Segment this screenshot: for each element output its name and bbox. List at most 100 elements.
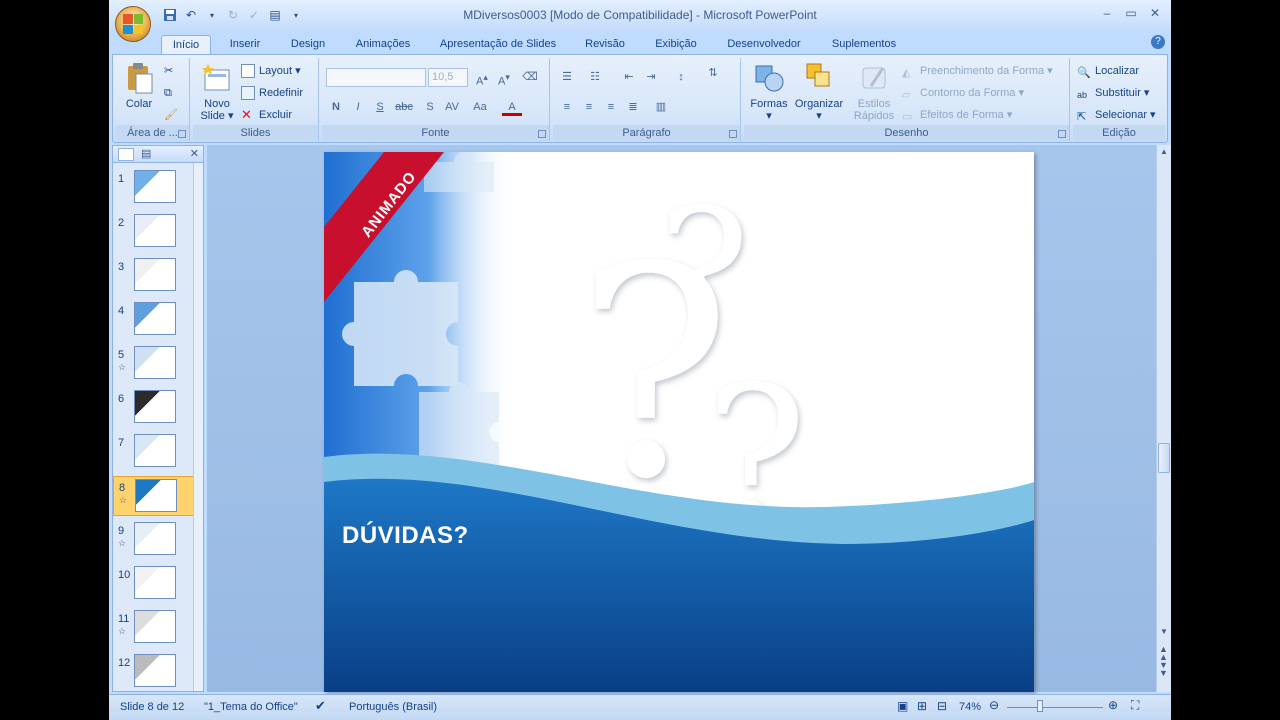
undo-dropdown-icon[interactable]: ▾ <box>203 6 221 24</box>
language-indicator[interactable]: Português (Brasil) <box>349 701 437 713</box>
change-case-icon[interactable]: Aa <box>470 98 490 116</box>
zoom-level[interactable]: 74% <box>959 701 981 713</box>
shapes-button[interactable]: Formas ▾ <box>748 62 790 122</box>
copy-icon[interactable]: ⧉ <box>164 84 172 102</box>
find-button[interactable]: 🔍 Localizar <box>1077 62 1139 80</box>
bold-button[interactable]: N <box>326 98 346 116</box>
slide-thumbnail[interactable]: 12 <box>113 652 197 692</box>
tab-design[interactable]: Design <box>281 35 335 54</box>
tab-animacoes[interactable]: Animações <box>347 35 419 54</box>
tab-inicio[interactable]: Início <box>161 35 211 54</box>
tab-revisao[interactable]: Revisão <box>577 35 633 54</box>
char-spacing-icon[interactable]: AV <box>442 98 462 116</box>
fit-to-window-icon[interactable]: ⛶ <box>1131 698 1139 713</box>
paragraph-launcher-icon[interactable] <box>729 130 737 138</box>
clear-format-icon[interactable]: ⌫ <box>520 68 540 86</box>
tab-apresentacao[interactable]: Apresentação de Slides <box>431 35 565 54</box>
font-launcher-icon[interactable] <box>538 130 546 138</box>
layout-button[interactable]: Layout ▾ <box>241 62 301 80</box>
normal-view-icon[interactable]: ▣ <box>897 699 908 713</box>
cut-icon[interactable]: ✂ <box>164 62 173 80</box>
pane-scrollbar[interactable] <box>193 163 203 691</box>
slide-thumbnail[interactable]: 7 <box>113 432 197 472</box>
delete-slide-button[interactable]: ✕ Excluir <box>241 106 292 124</box>
slide-thumbnail[interactable]: 2 <box>113 212 197 252</box>
select-button[interactable]: ⇱ Selecionar ▾ <box>1077 106 1156 124</box>
format-painter-icon[interactable]: 🖌 <box>164 106 178 124</box>
help-icon[interactable]: ? <box>1151 35 1165 49</box>
arrange-button[interactable]: Organizar ▾ <box>792 62 846 122</box>
drawing-launcher-icon[interactable] <box>1058 130 1066 138</box>
previous-slide-icon[interactable]: ▲ ▲ <box>1159 645 1168 662</box>
tab-desenvolvedor[interactable]: Desenvolvedor <box>719 35 809 54</box>
outline-tab-icon[interactable]: ▤ <box>141 148 165 161</box>
justify-icon[interactable]: ≣ <box>623 98 643 116</box>
grow-font-icon[interactable]: A▴ <box>472 68 492 88</box>
shrink-font-icon[interactable]: A▾ <box>494 68 514 88</box>
align-right-icon[interactable]: ≡ <box>601 98 621 116</box>
strikethrough-button[interactable]: abc <box>394 98 414 116</box>
minimize-button[interactable]: – <box>1097 6 1117 24</box>
scroll-down-icon[interactable]: ▼ <box>1160 627 1168 636</box>
slide-thumbnail[interactable]: 5 ☆ <box>113 344 197 384</box>
tab-inserir[interactable]: Inserir <box>221 35 269 54</box>
zoom-out-icon[interactable]: ⊖ <box>989 698 999 712</box>
line-spacing-icon[interactable]: ↕ <box>671 68 691 86</box>
bullets-icon[interactable]: ☰ <box>557 68 577 86</box>
shape-outline-button[interactable]: ▱ Contorno da Forma ▾ <box>902 84 1024 102</box>
zoom-slider-thumb[interactable] <box>1037 700 1043 712</box>
slide-thumbnail[interactable]: 4 <box>113 300 197 340</box>
shape-effects-button[interactable]: ▭ Efeitos de Forma ▾ <box>902 106 1012 124</box>
slide-thumbnail[interactable]: 11 ☆ <box>113 608 197 648</box>
slide-sorter-icon[interactable]: ⊞ <box>917 699 927 713</box>
slide-thumbnail[interactable]: 9 ☆ <box>113 520 197 560</box>
text-direction-icon[interactable]: ⇅ <box>703 64 723 82</box>
tab-suplementos[interactable]: Suplementos <box>821 35 907 54</box>
close-button[interactable]: ✕ <box>1145 6 1165 24</box>
slides-tab-icon[interactable] <box>118 148 134 161</box>
redo-icon[interactable]: ↻ <box>224 6 242 24</box>
new-slide-button[interactable]: Novo Slide ▾ <box>197 62 237 122</box>
spelling-icon[interactable]: ✓ <box>245 6 263 24</box>
spell-check-icon[interactable]: ✔ <box>315 698 326 714</box>
format-icon[interactable]: ▤ <box>266 6 284 24</box>
slide-scrollbar[interactable]: ▲ ▼ ▲ ▲ ▼ ▼ <box>1156 145 1171 692</box>
decrease-indent-icon[interactable]: ⇤ <box>619 68 639 86</box>
paste-button[interactable]: Colar <box>122 62 156 110</box>
tab-exibicao[interactable]: Exibição <box>645 35 707 54</box>
italic-button[interactable]: I <box>348 98 368 116</box>
numbering-icon[interactable]: ☷ <box>585 68 605 86</box>
maximize-button[interactable]: ▭ <box>1121 6 1141 24</box>
zoom-slider-track[interactable] <box>1007 707 1103 708</box>
increase-indent-icon[interactable]: ⇥ <box>641 68 661 86</box>
current-slide[interactable]: ? ? ? ANIMADO DÚVIDAS? <box>324 152 1034 692</box>
font-color-icon[interactable]: A <box>502 98 522 116</box>
clipboard-launcher-icon[interactable] <box>178 130 186 138</box>
slide-thumbnail[interactable]: 3 <box>113 256 197 296</box>
font-size-combo[interactable]: 10,5 <box>428 68 468 87</box>
slide-thumbnail[interactable]: 10 <box>113 564 197 604</box>
save-icon[interactable] <box>161 6 179 24</box>
shape-fill-button[interactable]: ◭ Preenchimento da Forma ▾ <box>902 62 1053 80</box>
office-button[interactable] <box>115 6 151 42</box>
scroll-up-icon[interactable]: ▲ <box>1160 147 1168 156</box>
align-left-icon[interactable]: ≡ <box>557 98 577 116</box>
zoom-in-icon[interactable]: ⊕ <box>1108 698 1118 712</box>
align-center-icon[interactable]: ≡ <box>579 98 599 116</box>
close-pane-icon[interactable]: ✕ <box>190 147 199 160</box>
undo-icon[interactable]: ↶ <box>182 6 200 24</box>
replace-button[interactable]: ab Substituir ▾ <box>1077 84 1149 102</box>
slide-thumbnail[interactable]: 1 <box>113 168 197 208</box>
scroll-thumb[interactable] <box>1158 443 1170 473</box>
underline-button[interactable]: S <box>370 98 390 116</box>
columns-icon[interactable]: ▥ <box>651 98 671 116</box>
reset-button[interactable]: Redefinir <box>241 84 303 102</box>
slide-thumbnail[interactable]: 6 <box>113 388 197 428</box>
shadow-button[interactable]: S <box>420 98 440 116</box>
customize-qat-icon[interactable]: ▾ <box>287 6 305 24</box>
slide-heading[interactable]: DÚVIDAS? <box>342 522 469 550</box>
next-slide-icon[interactable]: ▼ ▼ <box>1159 661 1168 678</box>
slideshow-view-icon[interactable]: ⊟ <box>937 699 947 713</box>
slide-thumbnail[interactable]: 8 ☆ <box>113 476 197 516</box>
quick-styles-button[interactable]: Estilos Rápidos ▾ <box>850 62 898 134</box>
